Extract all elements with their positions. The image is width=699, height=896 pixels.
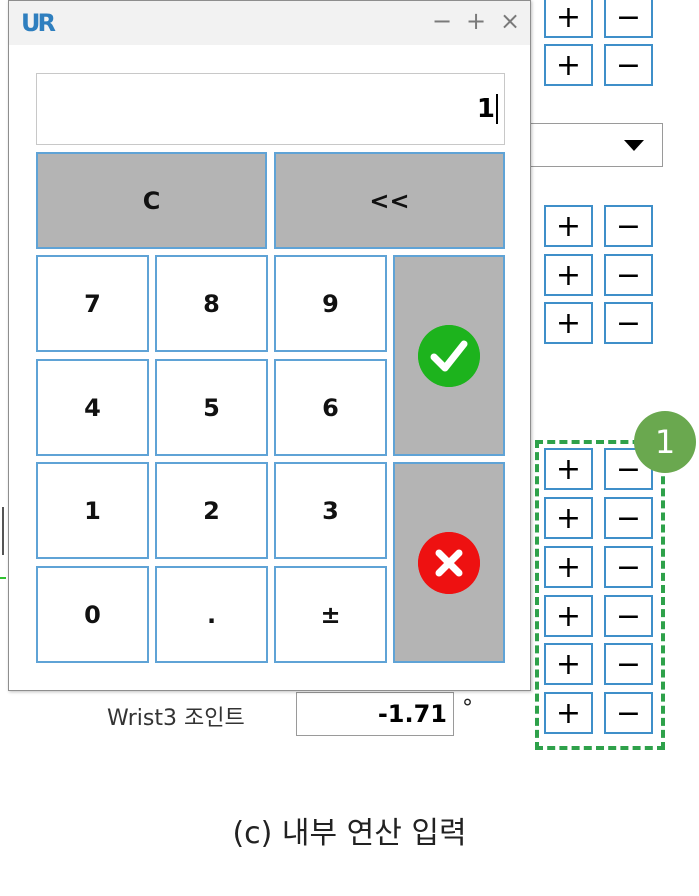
backspace-button[interactable]: <<	[274, 152, 505, 249]
wrist3-value-field[interactable]: -1.71	[296, 692, 454, 736]
key-5[interactable]: 5	[155, 359, 268, 456]
plus-button[interactable]: +	[544, 205, 593, 247]
key-9[interactable]: 9	[274, 255, 387, 352]
dropdown-select[interactable]	[520, 123, 663, 167]
close-icon[interactable]: ×	[497, 7, 523, 35]
key-0[interactable]: 0	[36, 566, 149, 663]
key-7[interactable]: 7	[36, 255, 149, 352]
plus-button[interactable]: +	[544, 302, 593, 344]
degree-unit: °	[462, 696, 473, 721]
clear-button[interactable]: C	[36, 152, 267, 249]
text-cursor	[496, 94, 498, 124]
minus-button[interactable]: −	[604, 302, 653, 344]
plus-button[interactable]: +	[544, 254, 593, 296]
cancel-button[interactable]	[393, 462, 505, 663]
plus-button[interactable]: +	[544, 44, 593, 86]
minus-button[interactable]: −	[604, 254, 653, 296]
annotation-badge: 1	[634, 411, 696, 473]
display-value: 1	[476, 94, 495, 124]
key-6[interactable]: 6	[274, 359, 387, 456]
wrist3-label: Wrist3 조인트	[107, 706, 245, 731]
ur-logo-icon: UR	[21, 9, 56, 37]
plus-button[interactable]: +	[544, 0, 593, 38]
calculator-dialog: UR − + × 1 C << 7 8 9 4 5 6 1 2 3 0 . ±	[8, 0, 531, 691]
background-green-mark	[0, 577, 6, 579]
minus-button[interactable]: −	[604, 0, 653, 38]
checkmark-icon	[418, 324, 480, 387]
key-4[interactable]: 4	[36, 359, 149, 456]
cancel-x-icon	[418, 531, 480, 594]
title-bar: UR − + ×	[9, 1, 530, 45]
minimize-icon[interactable]: −	[429, 7, 455, 35]
minus-button[interactable]: −	[604, 205, 653, 247]
background-edge	[2, 507, 4, 555]
highlight-dashed-box	[535, 440, 665, 750]
key-plus-minus[interactable]: ±	[274, 566, 387, 663]
calculator-display[interactable]: 1	[36, 73, 505, 145]
minus-button[interactable]: −	[604, 44, 653, 86]
figure-caption: (c) 내부 연산 입력	[232, 816, 467, 851]
caret-down-icon	[624, 140, 644, 151]
maximize-icon[interactable]: +	[463, 7, 489, 35]
key-2[interactable]: 2	[155, 462, 268, 559]
key-3[interactable]: 3	[274, 462, 387, 559]
key-8[interactable]: 8	[155, 255, 268, 352]
key-1[interactable]: 1	[36, 462, 149, 559]
ok-button[interactable]	[393, 255, 505, 456]
key-decimal[interactable]: .	[155, 566, 268, 663]
